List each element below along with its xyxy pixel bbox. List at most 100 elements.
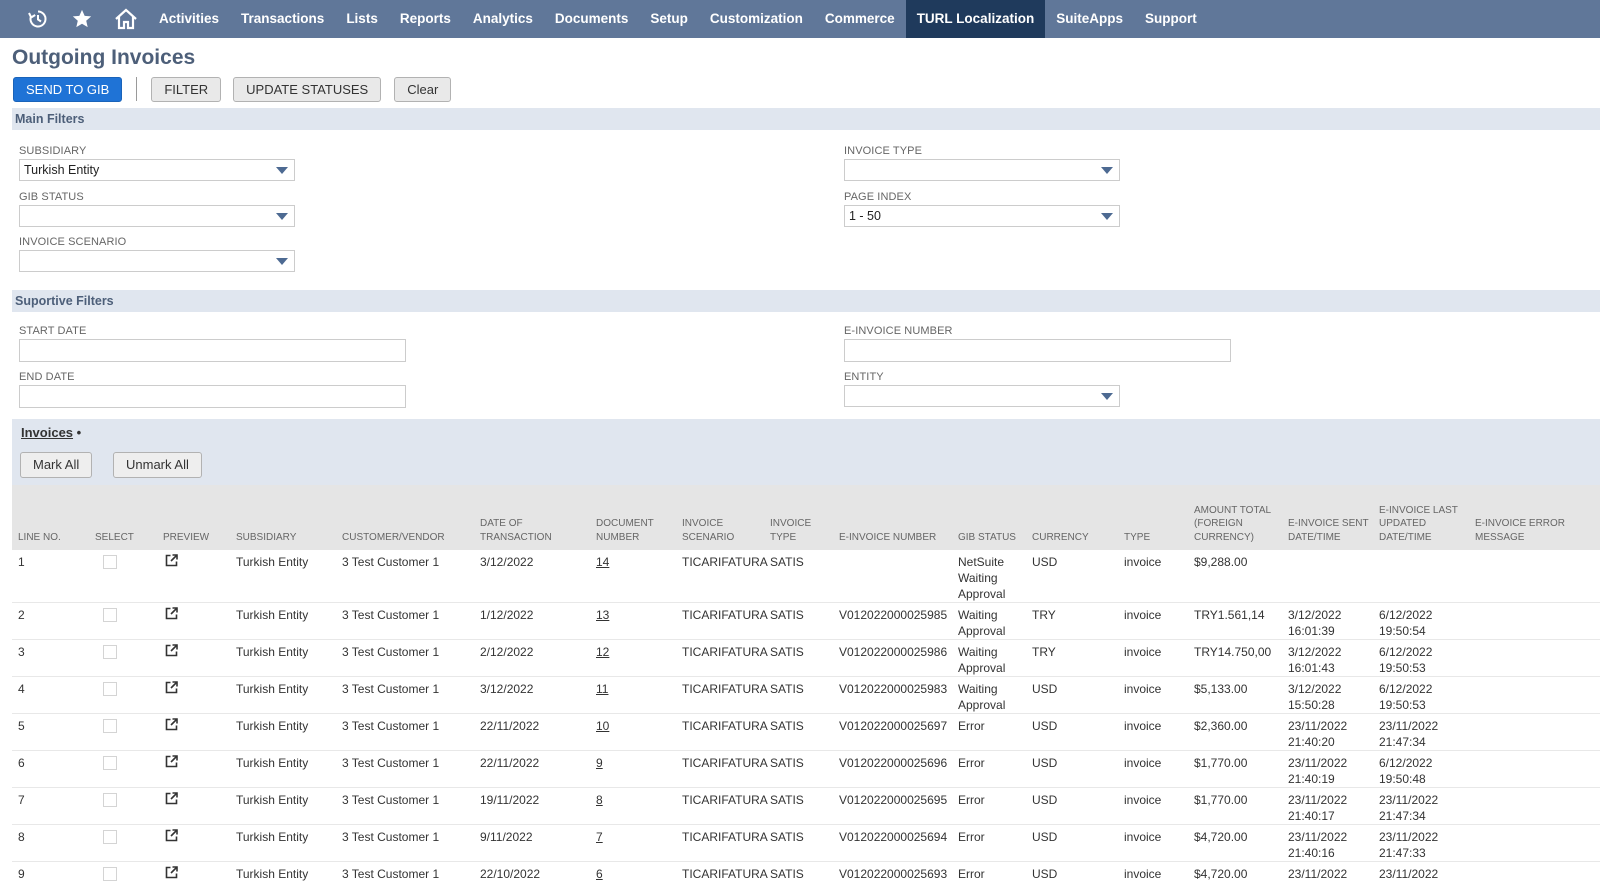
document-number-link[interactable]: 12 [596,645,609,659]
document-number-link[interactable]: 14 [596,555,609,569]
open-external-icon[interactable] [165,866,178,883]
updated-datetime-cell [1373,550,1469,603]
document-number-cell: 8 [590,787,676,825]
customer-cell: 3 Test Customer 1 [336,676,474,714]
document-number-link[interactable]: 10 [596,719,609,733]
col-header[interactable]: INVOICE SCENARIO [676,485,764,550]
col-header[interactable]: SUBSIDIARY [230,485,336,550]
nav-analytics[interactable]: Analytics [462,0,544,38]
col-header[interactable]: SELECT [89,485,157,550]
open-external-icon[interactable] [165,829,178,846]
sent-datetime-cell: 3/12/2022 15:50:28 [1282,676,1373,714]
nav-support[interactable]: Support [1134,0,1208,38]
select-checkbox[interactable] [103,682,117,696]
invoice-type-select[interactable] [844,159,1120,181]
open-external-icon[interactable] [165,718,178,735]
preview-cell [157,713,230,751]
col-header[interactable]: GIB STATUS [952,485,1026,550]
mark-all-button[interactable]: Mark All [20,452,93,478]
open-external-icon[interactable] [165,644,178,661]
nav-reports[interactable]: Reports [389,0,462,38]
nav-activities[interactable]: Activities [148,0,230,38]
recent-records-icon[interactable] [16,0,60,38]
open-external-icon[interactable] [165,681,178,698]
col-header[interactable]: INVOICE TYPE [764,485,833,550]
nav-transactions[interactable]: Transactions [230,0,335,38]
document-number-link[interactable]: 9 [596,756,603,770]
col-header[interactable]: E-INVOICE NUMBER [833,485,952,550]
supportive-filters-heading[interactable]: Suportive Filters [12,290,1600,312]
end-date-field[interactable] [19,385,406,408]
col-header[interactable]: PREVIEW [157,485,230,550]
currency-cell: TRY [1026,639,1118,677]
nav-turl-localization[interactable]: TURL Localization [905,0,1046,38]
select-checkbox[interactable] [103,645,117,659]
entity-label: ENTITY [844,371,884,383]
invoice-type-cell: SATIS [764,602,833,640]
nav-suiteapps[interactable]: SuiteApps [1045,0,1134,38]
updated-datetime-cell: 23/11/2022 21:47:34 [1373,713,1469,751]
entity-select[interactable] [844,385,1120,407]
page-index-select[interactable]: 1 - 50 [844,205,1120,227]
send-to-gib-button[interactable]: SEND TO GIB [13,76,123,102]
invoice-scenario-cell: TICARIFATURA [676,676,768,714]
document-number-cell: 14 [590,550,676,603]
unmark-all-button[interactable]: Unmark All [113,452,202,478]
nav-commerce[interactable]: Commerce [814,0,906,38]
open-external-icon[interactable] [165,554,178,571]
gib-status-select[interactable] [19,205,295,227]
gib-status-cell: Error [952,824,1026,862]
select-checkbox[interactable] [103,719,117,733]
start-date-field[interactable] [19,339,406,362]
invoice-type-cell: SATIS [764,713,833,751]
col-header[interactable]: CUSTOMER/VENDOR [336,485,474,550]
col-header[interactable]: LINE NO. [12,485,89,550]
col-header[interactable]: E-INVOICE SENT DATE/TIME [1282,485,1373,550]
col-header[interactable]: CURRENCY [1026,485,1118,550]
invoice-scenario-cell: TICARIFATURA [676,824,768,862]
filter-button[interactable]: FILTER [151,76,222,102]
col-header[interactable]: AMOUNT TOTAL (FOREIGN CURRENCY) [1188,485,1282,550]
nav-customization[interactable]: Customization [699,0,814,38]
currency-cell: USD [1026,787,1118,825]
document-number-link[interactable]: 7 [596,830,603,844]
e-invoice-number-cell: V012022000025983 [833,676,952,714]
open-external-icon[interactable] [165,755,178,772]
preview-cell [157,750,230,788]
tab-invoices[interactable]: Invoices • [16,422,88,444]
table-row: 5 Turkish Entity 3 Test Customer 1 22/11/20… [12,713,1600,751]
col-header[interactable]: DATE OF TRANSACTION [474,485,590,550]
home-icon[interactable] [104,0,148,38]
select-checkbox[interactable] [103,555,117,569]
e-invoice-number-field[interactable] [844,339,1231,362]
col-header[interactable]: E-INVOICE LAST UPDATED DATE/TIME [1373,485,1469,550]
select-checkbox[interactable] [103,608,117,622]
nav-setup[interactable]: Setup [639,0,699,38]
open-external-icon[interactable] [165,607,178,624]
nav-lists[interactable]: Lists [335,0,389,38]
main-filters-heading[interactable]: Main Filters [12,108,1600,130]
clear-button[interactable]: Clear [394,76,452,102]
document-number-link[interactable]: 8 [596,793,603,807]
amount-cell: $2,360.00 [1188,713,1282,751]
line-number-cell: 3 [12,639,89,677]
select-checkbox[interactable] [103,793,117,807]
select-checkbox[interactable] [103,867,117,881]
select-checkbox[interactable] [103,756,117,770]
update-statuses-button[interactable]: UPDATE STATUSES [233,76,382,102]
col-header[interactable]: E-INVOICE ERROR MESSAGE [1469,485,1600,550]
col-header[interactable]: TYPE [1118,485,1188,550]
line-number-cell: 5 [12,713,89,751]
subsidiary-select[interactable]: Turkish Entity [19,159,295,181]
star-icon[interactable] [60,0,104,38]
subsidiary-cell: Turkish Entity [230,602,336,640]
sent-datetime-cell: 23/11/2022 21:40:17 [1282,787,1373,825]
document-number-link[interactable]: 13 [596,608,609,622]
open-external-icon[interactable] [165,792,178,809]
document-number-link[interactable]: 11 [596,682,608,696]
col-header[interactable]: DOCUMENT NUMBER [590,485,676,550]
nav-documents[interactable]: Documents [544,0,640,38]
document-number-link[interactable]: 6 [596,867,603,881]
select-checkbox[interactable] [103,830,117,844]
invoice-scenario-select[interactable] [19,250,295,272]
